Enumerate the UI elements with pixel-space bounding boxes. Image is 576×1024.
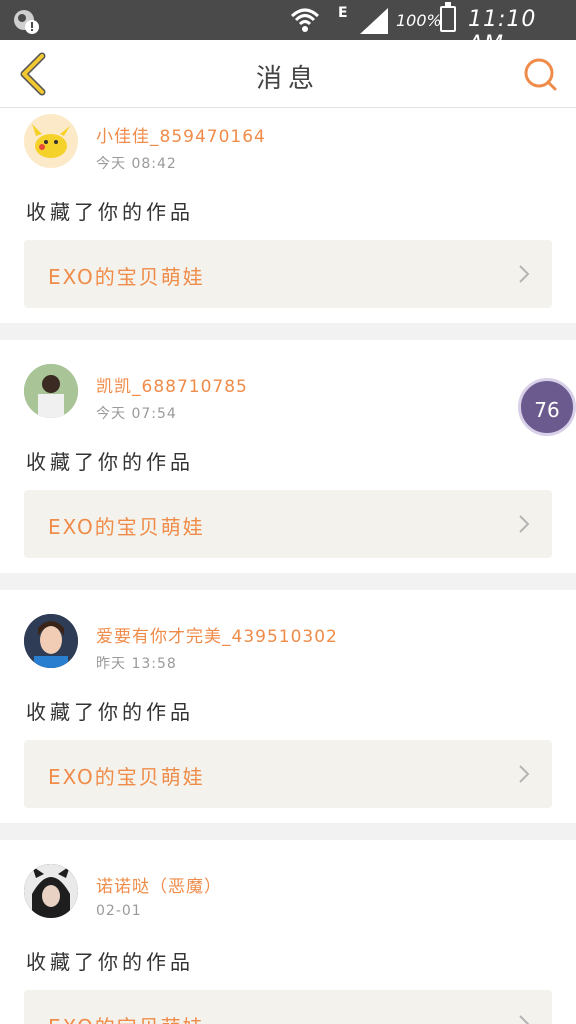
message-item[interactable]: 诺诺哒（恶魔） 02-01 收藏了你的作品 EXO的宝贝萌娃 bbox=[0, 840, 576, 1024]
work-link[interactable]: EXO的宝贝萌娃 bbox=[24, 740, 552, 808]
work-link[interactable]: EXO的宝贝萌娃 bbox=[24, 240, 552, 308]
username[interactable]: 诺诺哒（恶魔） bbox=[96, 872, 222, 897]
search-icon[interactable] bbox=[522, 56, 558, 92]
action-text: 收藏了你的作品 bbox=[26, 950, 194, 974]
signal-icon bbox=[360, 8, 388, 34]
message-item[interactable]: 小佳佳_859470164 今天 08:42 收藏了你的作品 EXO的宝贝萌娃 bbox=[0, 108, 576, 323]
timestamp: 今天 07:54 bbox=[96, 406, 177, 422]
notification-icon bbox=[14, 10, 39, 34]
chevron-right-icon bbox=[519, 765, 530, 783]
avatar[interactable] bbox=[24, 864, 78, 918]
username[interactable]: 爱要有你才完美_439510302 bbox=[96, 622, 338, 647]
chevron-right-icon bbox=[519, 515, 530, 533]
user-photo-icon bbox=[24, 864, 78, 918]
status-bar: E 100% 11:10 AM bbox=[0, 0, 576, 57]
chevron-right-icon bbox=[519, 1015, 530, 1024]
action-text: 收藏了你的作品 bbox=[26, 700, 194, 724]
user-photo-icon bbox=[24, 364, 78, 418]
pikachu-avatar-icon bbox=[32, 124, 70, 158]
timestamp: 02-01 bbox=[96, 903, 142, 919]
wifi-icon bbox=[290, 8, 320, 32]
timestamp: 昨天 13:58 bbox=[96, 656, 177, 672]
action-text: 收藏了你的作品 bbox=[26, 200, 194, 224]
timestamp: 今天 08:42 bbox=[96, 156, 177, 172]
battery-icon bbox=[440, 2, 456, 32]
badge-count: 76 bbox=[534, 398, 560, 422]
floating-counter-badge[interactable]: 76 bbox=[518, 378, 576, 436]
work-link[interactable]: EXO的宝贝萌娃 bbox=[24, 990, 552, 1024]
chevron-right-icon bbox=[519, 265, 530, 283]
message-list: 小佳佳_859470164 今天 08:42 收藏了你的作品 EXO的宝贝萌娃 … bbox=[0, 108, 576, 1024]
user-photo-icon bbox=[24, 614, 78, 668]
username[interactable]: 小佳佳_859470164 bbox=[96, 122, 266, 147]
work-title: EXO的宝贝萌娃 bbox=[48, 265, 205, 289]
action-text: 收藏了你的作品 bbox=[26, 450, 194, 474]
work-title: EXO的宝贝萌娃 bbox=[48, 765, 205, 789]
page-title: 消息 bbox=[255, 64, 320, 94]
work-title: EXO的宝贝萌娃 bbox=[48, 1011, 205, 1024]
network-type: E bbox=[338, 5, 348, 21]
avatar[interactable] bbox=[24, 614, 78, 668]
username[interactable]: 凯凯_688710785 bbox=[96, 372, 248, 397]
work-title: EXO的宝贝萌娃 bbox=[48, 515, 205, 539]
avatar[interactable] bbox=[24, 114, 78, 168]
app-header: 消息 bbox=[0, 40, 576, 108]
battery-percent: 100% bbox=[396, 11, 442, 30]
message-item[interactable]: 爱要有你才完美_439510302 昨天 13:58 收藏了你的作品 EXO的宝… bbox=[0, 590, 576, 823]
avatar[interactable] bbox=[24, 364, 78, 418]
work-link[interactable]: EXO的宝贝萌娃 bbox=[24, 490, 552, 558]
message-item[interactable]: 凯凯_688710785 今天 07:54 收藏了你的作品 EXO的宝贝萌娃 bbox=[0, 340, 576, 573]
